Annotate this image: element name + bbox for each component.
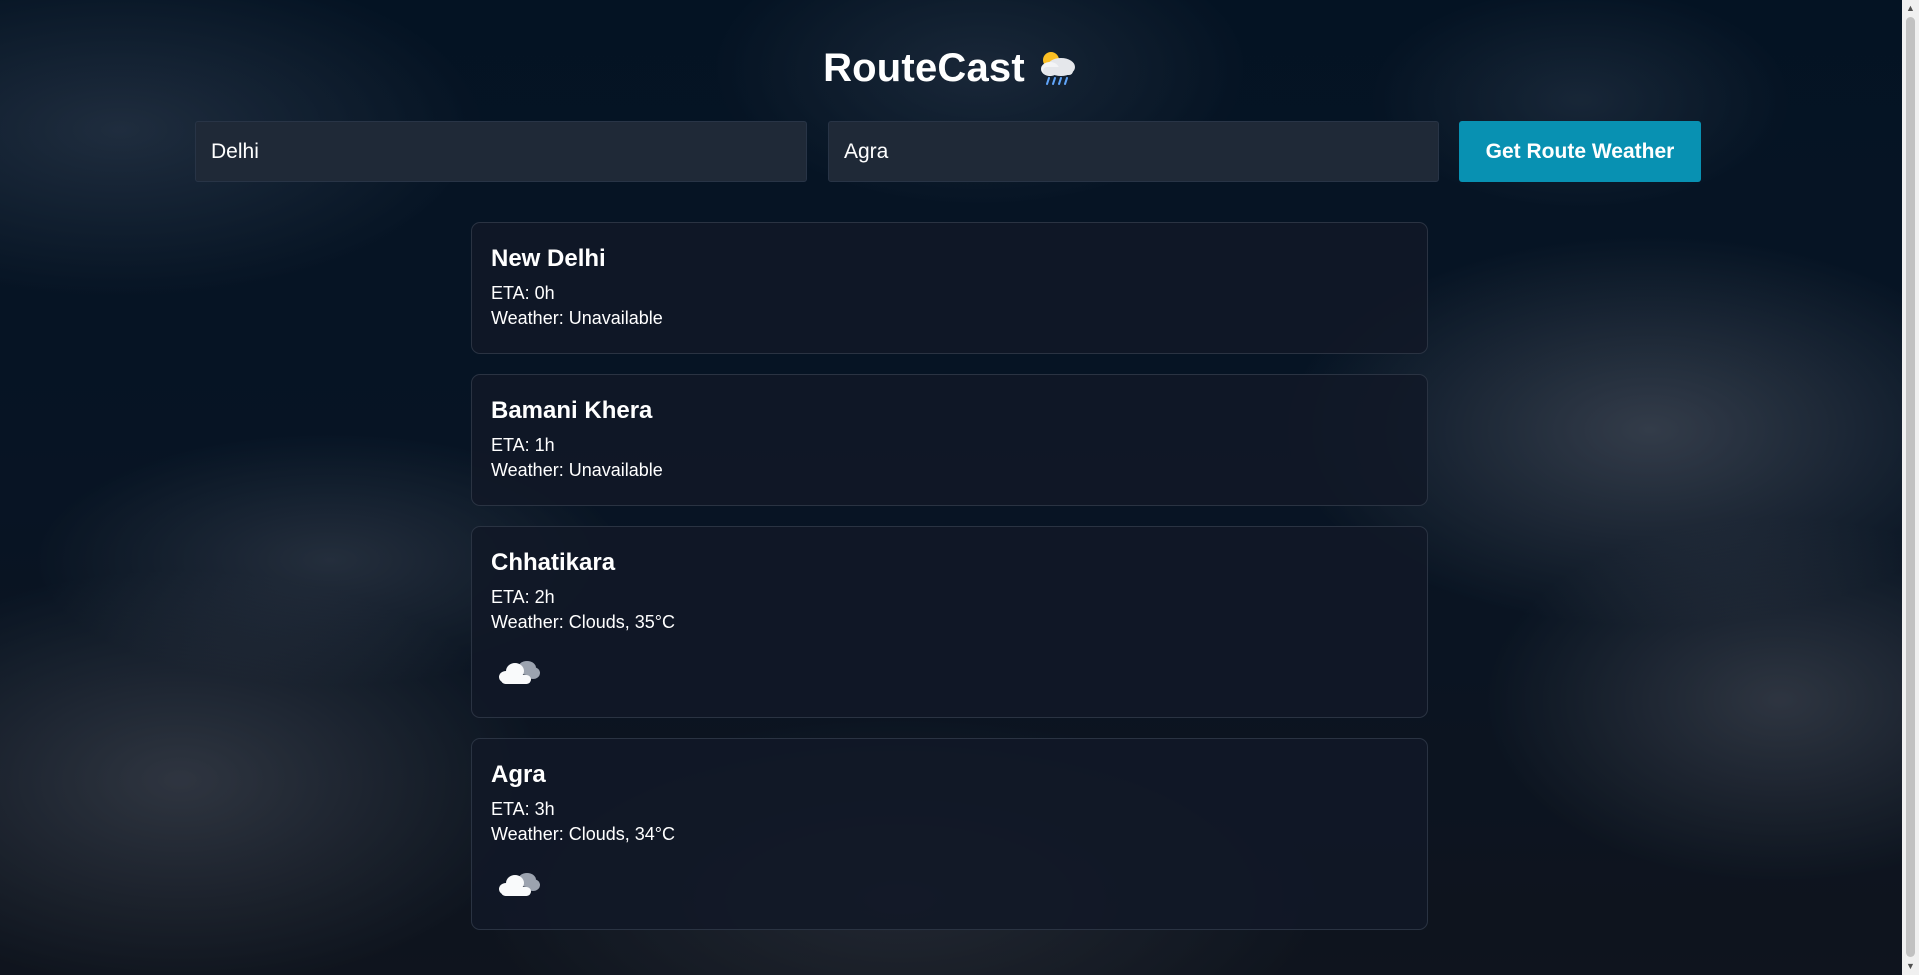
page: RouteCast Get Route Weather New Delhi ET… bbox=[0, 0, 1902, 975]
stop-eta: ETA: 3h bbox=[491, 799, 555, 819]
stop-eta: ETA: 1h bbox=[491, 435, 555, 455]
page-title: RouteCast bbox=[0, 46, 1902, 91]
stop-name: Bamani Khera bbox=[491, 397, 653, 424]
route-stop-card: Bamani Khera ETA: 1h Weather: Unavailabl… bbox=[471, 374, 1428, 506]
route-stop-card: Chhatikara ETA: 2h Weather: Clouds, 35°C bbox=[471, 526, 1428, 718]
get-route-weather-button[interactable]: Get Route Weather bbox=[1459, 121, 1701, 182]
to-city-input[interactable] bbox=[828, 121, 1439, 182]
from-city-input[interactable] bbox=[195, 121, 807, 182]
stop-weather: Weather: Unavailable bbox=[491, 460, 663, 480]
stop-name: Chhatikara bbox=[491, 549, 616, 576]
stop-weather: Weather: Clouds, 35°C bbox=[491, 612, 675, 632]
stop-weather: Weather: Unavailable bbox=[491, 308, 663, 328]
route-stop-card: New Delhi ETA: 0h Weather: Unavailable bbox=[471, 222, 1428, 354]
stop-eta: ETA: 2h bbox=[491, 587, 555, 607]
route-stop-card: Agra ETA: 3h Weather: Clouds, 34°C bbox=[471, 738, 1428, 930]
clouds-icon bbox=[499, 873, 540, 896]
vertical-scrollbar[interactable]: ▲ ▼ bbox=[1902, 0, 1919, 975]
clouds-icon bbox=[499, 661, 540, 684]
cloud-rain-sun-icon bbox=[1040, 52, 1075, 85]
stop-name: Agra bbox=[491, 761, 546, 788]
scroll-down-arrow-icon[interactable]: ▼ bbox=[1902, 958, 1919, 975]
scroll-up-arrow-icon[interactable]: ▲ bbox=[1902, 0, 1919, 17]
stop-weather: Weather: Clouds, 34°C bbox=[491, 824, 675, 844]
scrollbar-thumb[interactable] bbox=[1906, 17, 1915, 957]
app-title: RouteCast bbox=[823, 46, 1025, 90]
stop-name: New Delhi bbox=[491, 245, 606, 272]
stop-eta: ETA: 0h bbox=[491, 283, 555, 303]
